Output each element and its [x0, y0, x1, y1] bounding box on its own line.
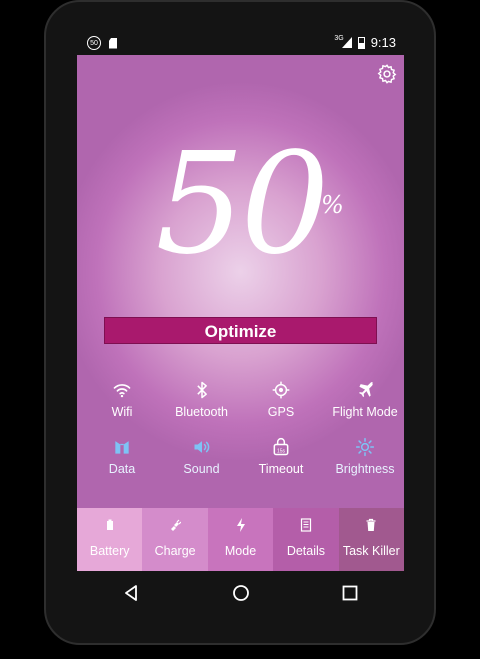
- tab-battery[interactable]: Battery: [77, 508, 143, 571]
- data-label: Data: [108, 462, 136, 476]
- data-icon: [115, 441, 129, 454]
- gear-icon[interactable]: [376, 63, 398, 85]
- flight-mode-label: Flight Mode: [332, 405, 398, 419]
- tab-mode-label: Mode: [224, 544, 257, 558]
- brightness-label: Brightness: [335, 462, 395, 476]
- toggle-bluetooth[interactable]: Bluetooth: [167, 380, 236, 419]
- recents-icon[interactable]: [341, 584, 359, 602]
- status-bar: 50 3G 9:13: [77, 33, 404, 55]
- timeout-icon-text: 15s: [277, 448, 286, 454]
- sd-card-icon: [109, 37, 117, 49]
- optimize-button[interactable]: Optimize: [104, 317, 377, 344]
- network-type-label: 3G: [334, 35, 344, 42]
- tab-battery-label: Battery: [89, 544, 130, 558]
- tab-task-killer[interactable]: Task Killer: [338, 508, 404, 571]
- trash-icon: [366, 518, 376, 531]
- tab-details[interactable]: Details: [273, 508, 339, 571]
- tab-details-label: Details: [286, 544, 326, 558]
- tab-charge-label: Charge: [154, 544, 196, 558]
- notification-badge-icon: 50: [87, 36, 101, 50]
- toggle-data[interactable]: Data: [77, 437, 167, 476]
- wifi-label: Wifi: [111, 405, 133, 419]
- tab-charge[interactable]: Charge: [142, 508, 208, 571]
- gps-icon: [272, 381, 290, 399]
- timer-icon: 15s: [273, 438, 289, 456]
- notification-badge-text: 50: [90, 39, 98, 47]
- wifi-icon: [113, 384, 131, 398]
- bottom-tab-bar: Battery Charge Mode Details Task Killer: [77, 508, 404, 571]
- bolt-icon: [236, 518, 245, 532]
- bluetooth-label: Bluetooth: [175, 405, 228, 419]
- battery-icon: [106, 519, 113, 530]
- app-screen: 50 % Optimize Wifi Bluetooth GPS Flight …: [77, 55, 404, 571]
- home-icon[interactable]: [232, 584, 250, 602]
- tab-mode[interactable]: Mode: [207, 508, 274, 571]
- timeout-label: Timeout: [258, 462, 304, 476]
- airplane-icon: [359, 382, 373, 398]
- plug-icon: [171, 519, 182, 531]
- toggle-flight-mode[interactable]: Flight Mode: [326, 380, 404, 419]
- document-icon: [300, 518, 312, 532]
- quick-settings-grid: Wifi Bluetooth GPS Flight Mode Data Soun…: [77, 380, 404, 476]
- toggle-gps[interactable]: GPS: [236, 380, 326, 419]
- percent-sign: %: [321, 191, 344, 219]
- sound-label: Sound: [183, 462, 220, 476]
- navigation-bar: [77, 571, 404, 615]
- speaker-icon: [194, 441, 209, 453]
- toggle-brightness[interactable]: Brightness: [326, 437, 404, 476]
- battery-percentage: 50: [155, 123, 329, 286]
- battery-status-icon: [357, 36, 365, 49]
- toggle-sound[interactable]: Sound: [167, 437, 236, 476]
- back-icon[interactable]: [123, 584, 141, 602]
- tab-task-killer-label: Task Killer: [342, 544, 400, 558]
- toggle-wifi[interactable]: Wifi: [77, 380, 167, 419]
- toggle-timeout[interactable]: 15s Timeout: [236, 437, 326, 476]
- brightness-icon: [355, 437, 375, 457]
- gps-label: GPS: [267, 405, 295, 419]
- bluetooth-icon: [196, 381, 207, 399]
- clock: 9:13: [370, 35, 396, 50]
